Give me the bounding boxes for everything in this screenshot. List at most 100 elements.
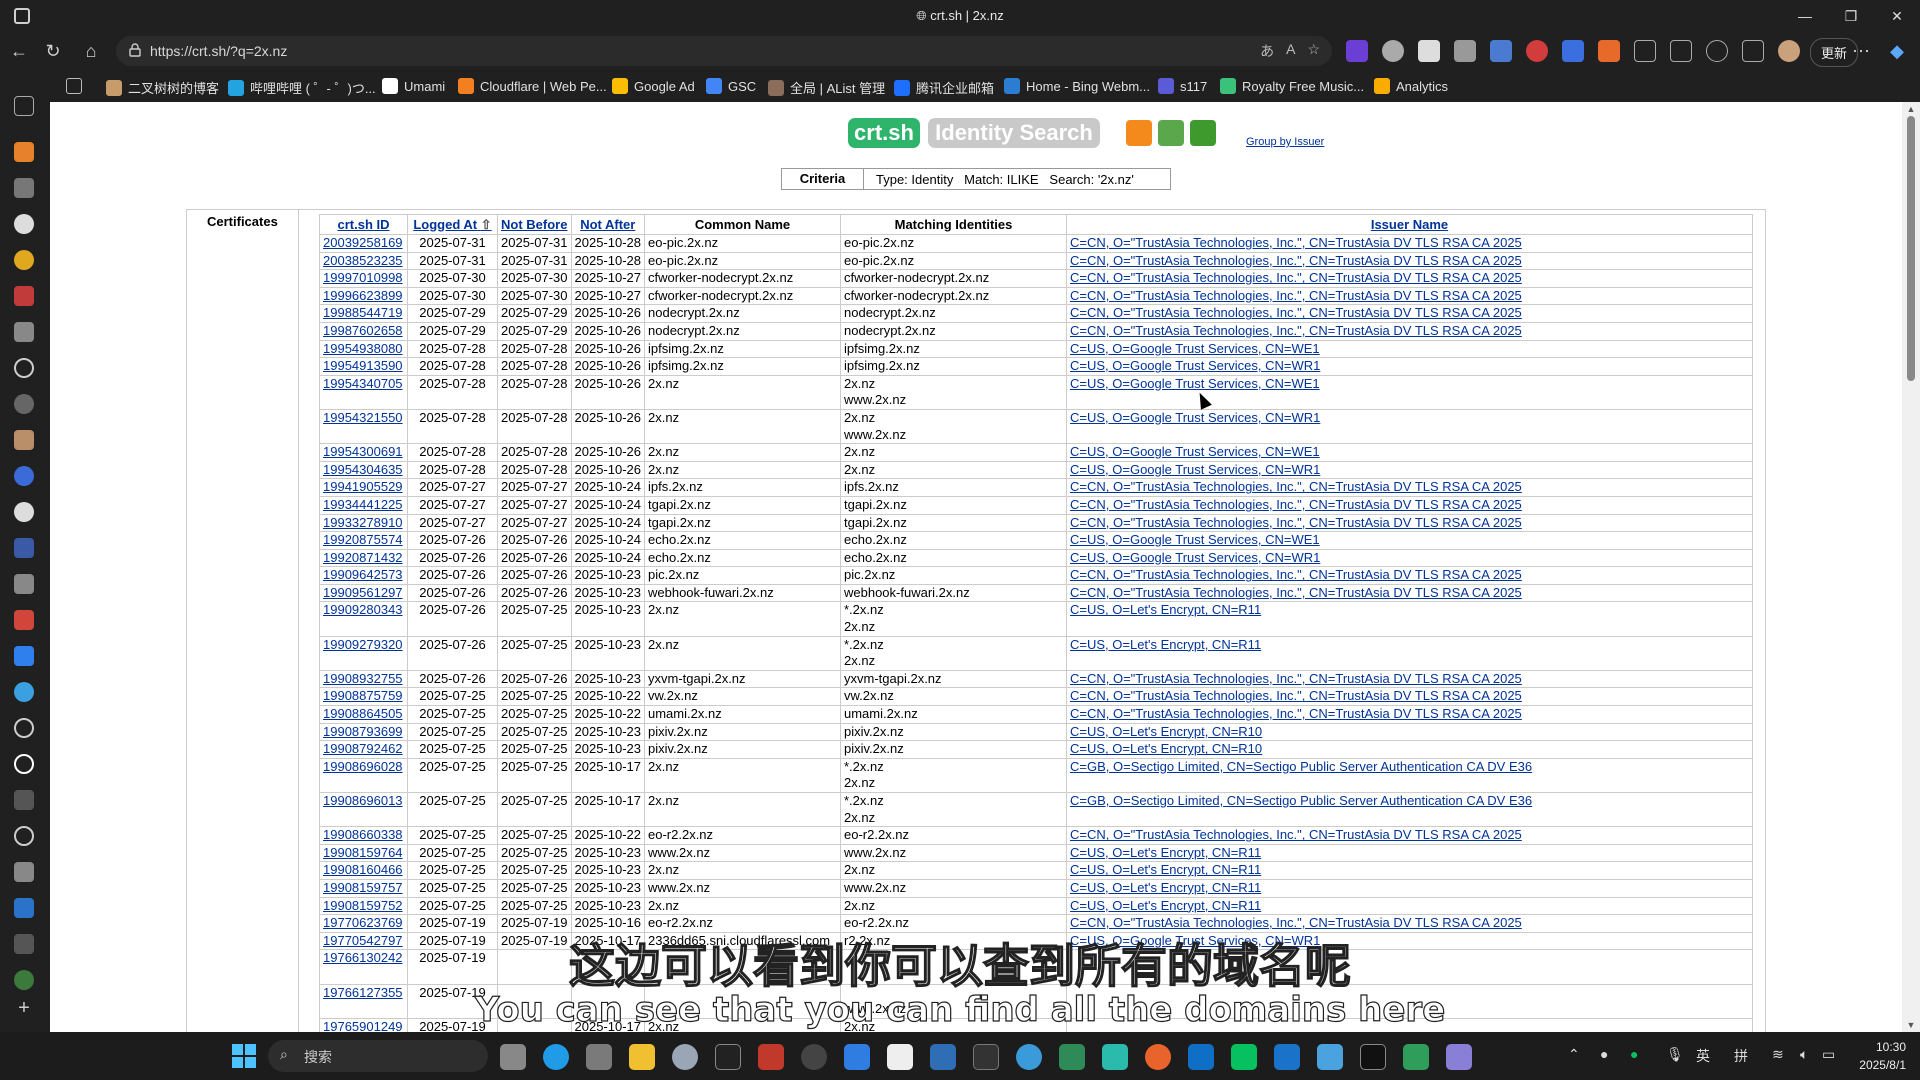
- globe-icon[interactable]: [14, 754, 34, 774]
- lock-icon[interactable]: [128, 43, 142, 57]
- favorites-icon[interactable]: [1670, 40, 1692, 62]
- terminal-icon[interactable]: [973, 1044, 999, 1070]
- globe-icon[interactable]: [14, 358, 34, 378]
- task-view-icon[interactable]: [500, 1044, 526, 1070]
- cell-crtsh-id-link[interactable]: 19770623769: [323, 916, 403, 931]
- cell-crtsh-id-link[interactable]: 19908660338: [323, 828, 403, 843]
- github-icon[interactable]: [14, 214, 34, 234]
- cell-issuer-name-link[interactable]: C=US, O=Let's Encrypt, CN=R11: [1070, 863, 1261, 878]
- bookmark-item[interactable]: 二叉树树的博客: [106, 78, 219, 97]
- cell-issuer-name-link[interactable]: C=US, O=Let's Encrypt, CN=R11: [1070, 603, 1261, 617]
- extension-icon[interactable]: [1346, 40, 1368, 62]
- app-icon[interactable]: [844, 1044, 870, 1070]
- app-icon[interactable]: [14, 790, 34, 810]
- cell-crtsh-id-link[interactable]: 19954300691: [323, 445, 403, 460]
- app-icon[interactable]: [586, 1044, 612, 1070]
- url-bar[interactable]: https://crt.sh/?q=2x.nz あ A ☆: [116, 36, 1332, 66]
- edge-icon[interactable]: [543, 1044, 569, 1070]
- cell-issuer-name-link[interactable]: C=US, O=Google Trust Services, CN=WE1: [1070, 341, 1320, 356]
- cell-crtsh-id-link[interactable]: 19908864505: [323, 707, 403, 722]
- ime-language-label[interactable]: 英: [1696, 1046, 1710, 1066]
- app-icon[interactable]: [1145, 1044, 1171, 1070]
- more-menu-icon[interactable]: ⋯: [1848, 38, 1874, 64]
- back-icon[interactable]: ←: [6, 38, 32, 64]
- wifi-icon[interactable]: ≋: [1772, 1046, 1784, 1063]
- bookmark-item[interactable]: 全局 | AList 管理: [768, 78, 885, 97]
- cell-crtsh-id-link[interactable]: 19770542797: [323, 933, 403, 948]
- microphone-icon[interactable]: 🎙︎: [1666, 1046, 1684, 1063]
- app-icon[interactable]: [1059, 1044, 1085, 1070]
- app-icon[interactable]: [758, 1044, 784, 1070]
- tray-wechat-icon[interactable]: ●: [1630, 1046, 1638, 1062]
- qr-code-icon[interactable]: [1418, 40, 1440, 62]
- cell-crtsh-id-link[interactable]: 19934441225: [323, 497, 403, 512]
- cell-crtsh-id-link[interactable]: 19954321550: [323, 410, 403, 424]
- cell-issuer-name-link[interactable]: C=US, O=Let's Encrypt, CN=R11: [1070, 845, 1261, 860]
- app-icon[interactable]: [1317, 1044, 1343, 1070]
- cell-crtsh-id-link[interactable]: 19908159757: [323, 880, 403, 895]
- cell-issuer-name-link[interactable]: C=CN, O="TrustAsia Technologies, Inc.", …: [1070, 306, 1522, 321]
- taskbar-search-box[interactable]: ⌕ 搜索: [268, 1040, 488, 1072]
- cell-issuer-name-link[interactable]: C=CN, O="TrustAsia Technologies, Inc.", …: [1070, 515, 1522, 530]
- cell-crtsh-id-link[interactable]: 19766130242: [323, 951, 403, 965]
- extension-icon[interactable]: [1490, 40, 1512, 62]
- rss-feed-icon[interactable]: [1126, 120, 1152, 146]
- cell-crtsh-id-link[interactable]: 19766127355: [323, 985, 403, 999]
- app-icon[interactable]: [14, 250, 34, 270]
- tray-overflow-icon[interactable]: ⌃: [1568, 1046, 1580, 1063]
- app-icon[interactable]: [1446, 1044, 1472, 1070]
- cell-crtsh-id-link[interactable]: 19765901249: [323, 1019, 403, 1032]
- cell-crtsh-id-link[interactable]: 19909279320: [323, 637, 403, 651]
- cloud-icon[interactable]: [14, 142, 34, 162]
- cell-crtsh-id-link[interactable]: 20039258169: [323, 235, 403, 250]
- cell-issuer-name-link[interactable]: C=US, O=Let's Encrypt, CN=R11: [1070, 898, 1261, 913]
- github-icon[interactable]: [14, 502, 34, 522]
- photos-icon[interactable]: [930, 1044, 956, 1070]
- cell-issuer-name-link[interactable]: C=CN, O="TrustAsia Technologies, Inc.", …: [1070, 288, 1522, 303]
- close-button[interactable]: ✕: [1874, 0, 1920, 32]
- bookmark-item[interactable]: Analytics: [1374, 78, 1448, 94]
- cell-crtsh-id-link[interactable]: 19996623899: [323, 288, 403, 303]
- cell-issuer-name-link[interactable]: C=CN, O="TrustAsia Technologies, Inc.", …: [1070, 271, 1522, 286]
- group-by-issuer-link[interactable]: Group by Issuer: [1246, 136, 1324, 148]
- cell-issuer-name-link[interactable]: C=US, O=Google Trust Services, CN=WE1: [1070, 533, 1320, 548]
- restore-button[interactable]: ❐: [1828, 0, 1874, 32]
- scroll-up-icon[interactable]: ▲: [1906, 104, 1916, 114]
- col-header-issuer-name[interactable]: Issuer Name: [1066, 214, 1753, 235]
- capcut-icon[interactable]: [1360, 1044, 1386, 1070]
- app-icon[interactable]: [14, 322, 34, 342]
- search-icon[interactable]: [14, 466, 34, 486]
- bookmark-item[interactable]: s117: [1158, 78, 1207, 94]
- cell-issuer-name-link[interactable]: C=GB, O=Sectigo Limited, CN=Sectigo Publ…: [1070, 794, 1532, 808]
- cell-crtsh-id-link[interactable]: 19954938080: [323, 341, 403, 356]
- app-icon[interactable]: [14, 430, 34, 450]
- add-icon[interactable]: +: [14, 998, 34, 1020]
- refresh-icon[interactable]: ↻: [40, 38, 66, 64]
- cell-issuer-name-link[interactable]: C=CN, O="TrustAsia Technologies, Inc.", …: [1070, 480, 1522, 495]
- cell-issuer-name-link[interactable]: C=US, O=Google Trust Services, CN=WR1: [1070, 462, 1320, 477]
- col-header-logged-at-label[interactable]: Logged At: [413, 217, 477, 232]
- app-icon[interactable]: [14, 862, 34, 882]
- cell-issuer-name-link[interactable]: C=GB, O=Sectigo Limited, CN=Sectigo Publ…: [1070, 759, 1532, 773]
- cell-crtsh-id-link[interactable]: 19954340705: [323, 376, 403, 390]
- file-explorer-icon[interactable]: [629, 1044, 655, 1070]
- cell-issuer-name-link[interactable]: C=CN, O="TrustAsia Technologies, Inc.", …: [1070, 671, 1522, 686]
- globe-icon[interactable]: [14, 718, 34, 738]
- bookmark-item[interactable]: GSC: [706, 78, 756, 94]
- cell-crtsh-id-link[interactable]: 19954913590: [323, 359, 403, 374]
- cell-issuer-name-link[interactable]: C=US, O=Google Trust Services, CN=WR1: [1070, 933, 1320, 948]
- bookmark-item[interactable]: Google Ad: [612, 78, 695, 94]
- cell-issuer-name-link[interactable]: C=US, O=Google Trust Services, CN=WR1: [1070, 359, 1320, 374]
- bookmark-item[interactable]: Umami: [382, 78, 445, 94]
- cell-crtsh-id-link[interactable]: 19933278910: [323, 515, 403, 530]
- extension-icon[interactable]: [1382, 40, 1404, 62]
- app-icon[interactable]: [14, 286, 34, 306]
- bookmark-item[interactable]: Cloudflare | Web Pe...: [458, 78, 607, 94]
- page-scrollbar[interactable]: ▲ ▼: [1902, 102, 1920, 1032]
- app-icon[interactable]: [1403, 1044, 1429, 1070]
- app-icon[interactable]: [1016, 1044, 1042, 1070]
- app-icon[interactable]: [14, 178, 34, 198]
- cell-crtsh-id-link[interactable]: 20038523235: [323, 253, 403, 268]
- volume-icon[interactable]: 🔈︎: [1800, 1046, 1808, 1063]
- col-header-not-before[interactable]: Not Before: [497, 214, 572, 235]
